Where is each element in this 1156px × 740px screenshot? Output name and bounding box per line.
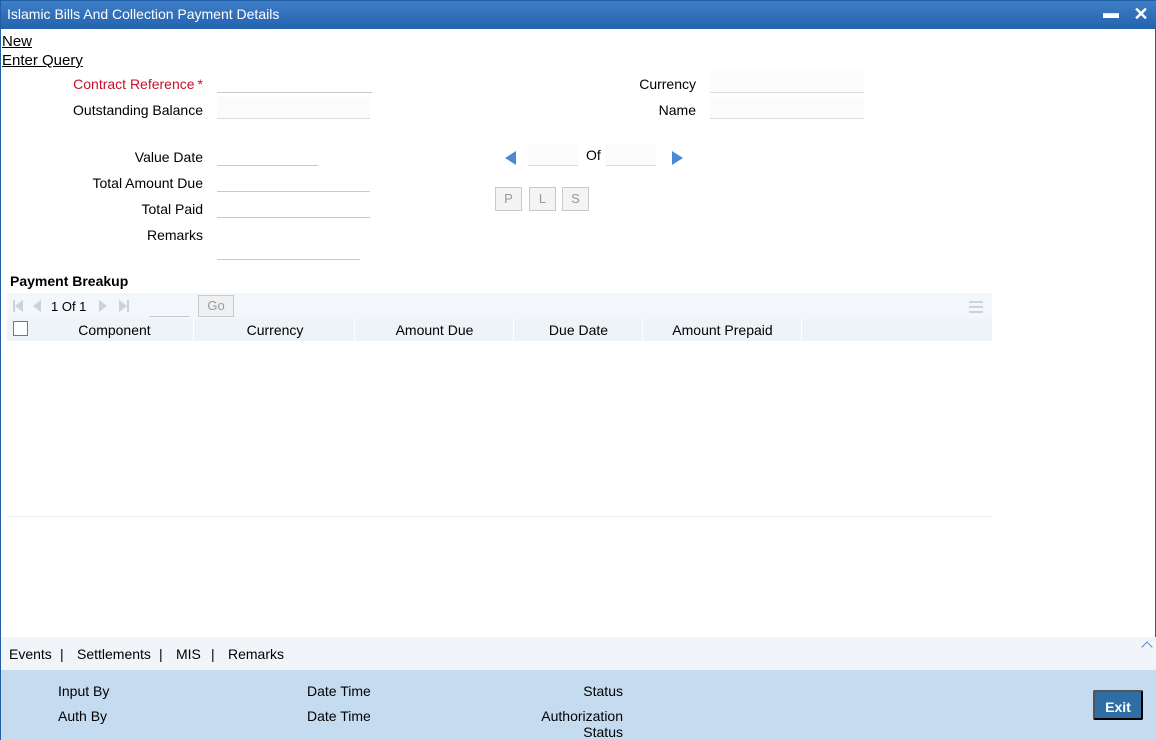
currency-field[interactable] bbox=[710, 71, 864, 93]
last-page-bar bbox=[127, 300, 129, 312]
column-header-amount-prepaid[interactable]: Amount Prepaid bbox=[644, 319, 802, 341]
outstanding-balance-label: Outstanding Balance bbox=[73, 102, 203, 118]
total-paid-input[interactable] bbox=[217, 196, 370, 218]
currency-label: Currency bbox=[639, 76, 696, 92]
name-field[interactable] bbox=[710, 97, 864, 119]
payment-breakup-title: Payment Breakup bbox=[10, 273, 129, 289]
input-by-label: Input By bbox=[58, 683, 110, 699]
columns-icon[interactable] bbox=[969, 301, 983, 313]
tab-settlements[interactable]: Settlements bbox=[77, 646, 151, 662]
required-marker: * bbox=[197, 76, 203, 92]
record-total-field[interactable] bbox=[606, 144, 656, 166]
audit-footer bbox=[1, 670, 1156, 740]
authorization-status-label: Status bbox=[583, 724, 623, 740]
tab-remarks[interactable]: Remarks bbox=[228, 646, 284, 662]
window-title: Islamic Bills And Collection Payment Det… bbox=[7, 6, 280, 22]
value-date-input[interactable] bbox=[217, 144, 318, 166]
value-date-label: Value Date bbox=[134, 149, 203, 165]
next-page-icon[interactable] bbox=[99, 300, 107, 312]
page-number-input[interactable] bbox=[149, 296, 190, 317]
of-label: Of bbox=[586, 147, 601, 163]
s-button[interactable]: S bbox=[562, 187, 589, 211]
authorization-label: Authorization bbox=[541, 708, 623, 724]
tab-events[interactable]: Events bbox=[9, 646, 52, 662]
total-amount-due-label: Total Amount Due bbox=[92, 175, 203, 191]
outstanding-balance-field[interactable] bbox=[217, 97, 370, 119]
pager-text: 1 Of 1 bbox=[51, 299, 87, 314]
enter-query-link[interactable]: Enter Query bbox=[2, 52, 83, 69]
l-button[interactable]: L bbox=[529, 187, 556, 211]
grid-toolbar: 1 Of 1 Go bbox=[7, 293, 992, 319]
main-window: Islamic Bills And Collection Payment Det… bbox=[0, 0, 1156, 740]
total-paid-label: Total Paid bbox=[141, 201, 203, 217]
tab-separator: | bbox=[211, 646, 215, 662]
column-header-due-date[interactable]: Due Date bbox=[515, 319, 643, 341]
auth-by-label: Auth By bbox=[58, 708, 108, 724]
tab-mis[interactable]: MIS bbox=[176, 646, 201, 662]
total-amount-due-input[interactable] bbox=[217, 170, 370, 192]
select-all-checkbox[interactable] bbox=[13, 321, 28, 336]
status-label: Status bbox=[583, 683, 623, 699]
first-page-icon[interactable] bbox=[15, 300, 23, 312]
go-button[interactable]: Go bbox=[198, 295, 234, 317]
payment-breakup-grid: 1 Of 1 Go Component Currency Amount Due … bbox=[7, 293, 992, 517]
column-header-amount-due[interactable]: Amount Due bbox=[356, 319, 514, 341]
column-header-currency[interactable]: Currency bbox=[196, 319, 355, 341]
grid-header: Component Currency Amount Due Due Date A… bbox=[7, 319, 992, 341]
sub-screen-tabs: Events | Settlements | MIS | Remarks bbox=[1, 637, 1156, 670]
new-link[interactable]: New bbox=[2, 33, 32, 50]
minimize-icon[interactable]: ▬ bbox=[1101, 4, 1121, 24]
title-bar: Islamic Bills And Collection Payment Det… bbox=[1, 1, 1156, 29]
next-record-icon[interactable] bbox=[672, 151, 683, 165]
previous-record-icon[interactable] bbox=[505, 151, 516, 165]
tab-separator: | bbox=[159, 646, 163, 662]
name-label: Name bbox=[658, 102, 696, 118]
close-icon[interactable]: ✕ bbox=[1131, 4, 1151, 24]
previous-page-icon[interactable] bbox=[33, 300, 41, 312]
remarks-input[interactable] bbox=[217, 238, 360, 260]
exit-button[interactable]: Exit bbox=[1093, 690, 1143, 720]
p-button[interactable]: P bbox=[495, 187, 522, 211]
last-page-icon[interactable] bbox=[119, 300, 127, 312]
auth-date-time-label: Date Time bbox=[307, 708, 371, 724]
column-header-component[interactable]: Component bbox=[36, 319, 194, 341]
tab-separator: | bbox=[60, 646, 64, 662]
remarks-label: Remarks bbox=[146, 227, 203, 243]
contract-reference-label: Contract Reference * bbox=[73, 76, 203, 92]
contract-reference-input[interactable] bbox=[217, 71, 372, 93]
date-time-label: Date Time bbox=[307, 683, 371, 699]
record-current-field[interactable] bbox=[528, 144, 578, 166]
